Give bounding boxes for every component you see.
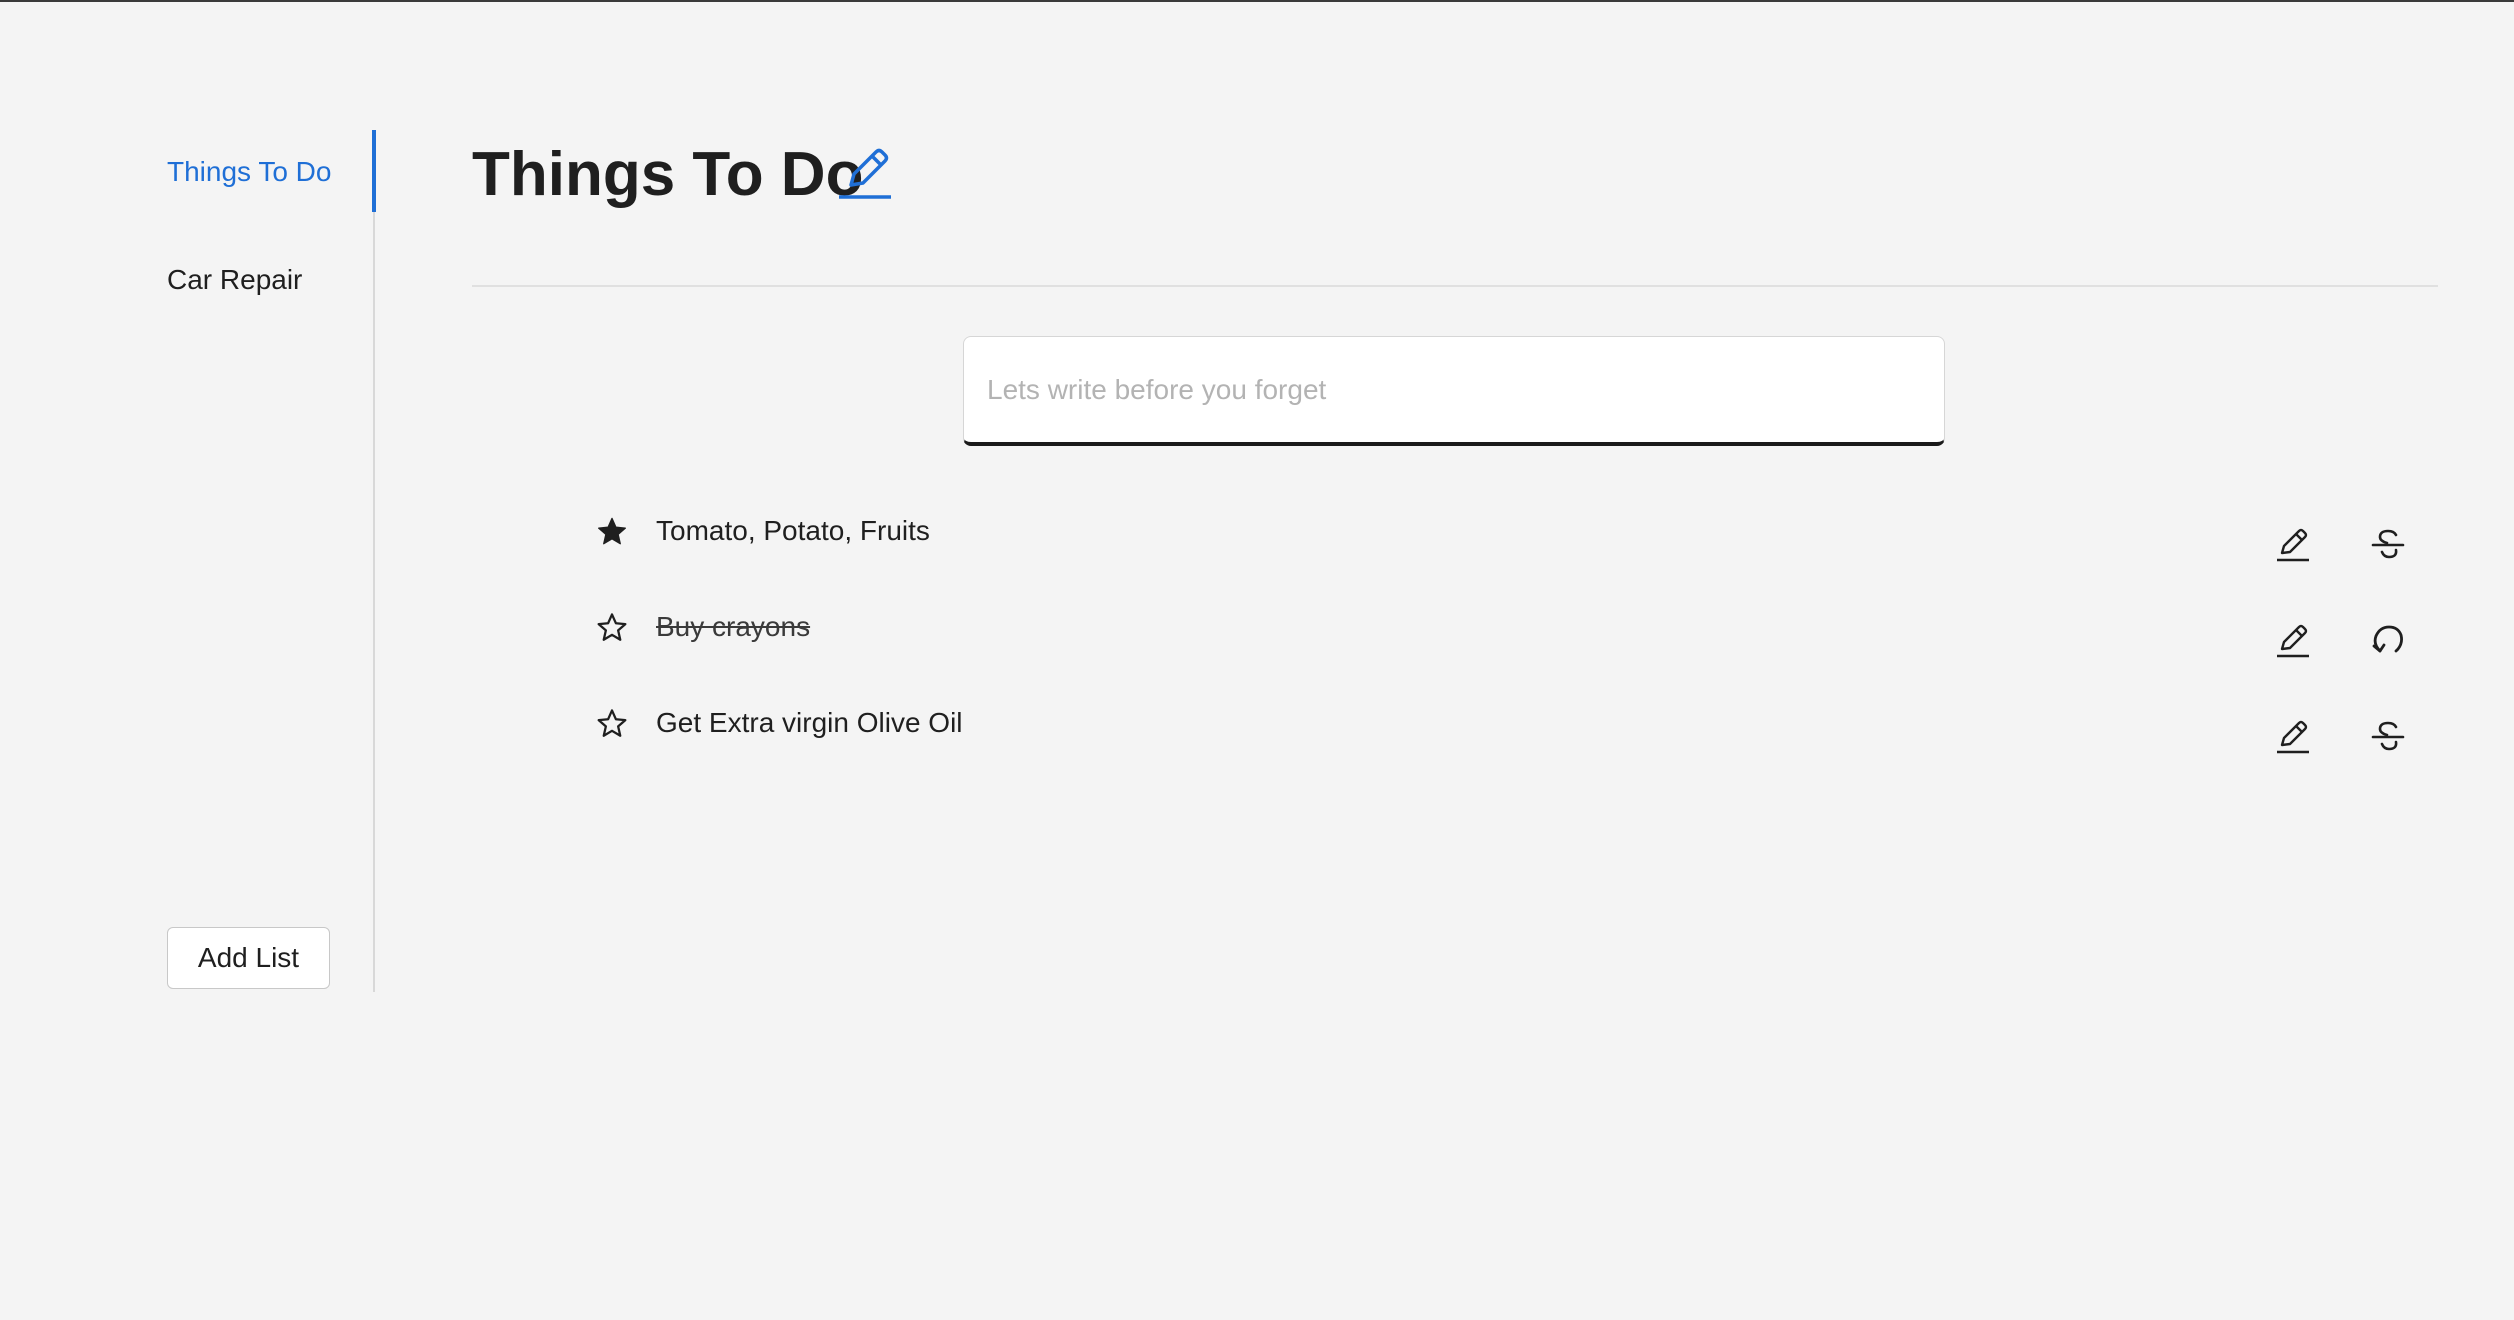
sidebar: Things To Do Car Repair Add List	[167, 130, 377, 992]
todo-item: Get Extra virgin Olive Oil	[590, 694, 2420, 790]
sidebar-item-things-to-do[interactable]: Things To Do	[167, 155, 331, 189]
todo-item: Tomato, Potato, Fruits	[590, 502, 2420, 598]
todo-list: Tomato, Potato, Fruits Buy crayons Get E…	[590, 502, 2420, 790]
edit-pencil-icon[interactable]	[2273, 620, 2313, 660]
todo-text: Tomato, Potato, Fruits	[656, 515, 930, 546]
star-outline-icon[interactable]	[596, 708, 628, 740]
star-filled-icon[interactable]	[596, 516, 628, 548]
new-todo-input[interactable]	[963, 336, 1945, 446]
undo-icon[interactable]	[2368, 620, 2408, 660]
edit-title-pencil-icon[interactable]	[837, 142, 893, 204]
sidebar-item-car-repair[interactable]: Car Repair	[167, 263, 302, 297]
strikethrough-icon[interactable]	[2368, 716, 2408, 756]
header-divider	[472, 285, 2438, 287]
add-list-button[interactable]: Add List	[167, 927, 330, 989]
star-outline-icon[interactable]	[596, 612, 628, 644]
strikethrough-icon[interactable]	[2368, 524, 2408, 564]
edit-pencil-icon[interactable]	[2273, 524, 2313, 564]
sidebar-active-indicator	[372, 130, 376, 212]
sidebar-divider	[373, 130, 375, 992]
edit-pencil-icon[interactable]	[2273, 716, 2313, 756]
page-title: Things To Do	[472, 140, 864, 209]
todo-text: Get Extra virgin Olive Oil	[656, 707, 963, 738]
todo-item: Buy crayons	[590, 598, 2420, 694]
todo-text-completed: Buy crayons	[656, 611, 811, 642]
